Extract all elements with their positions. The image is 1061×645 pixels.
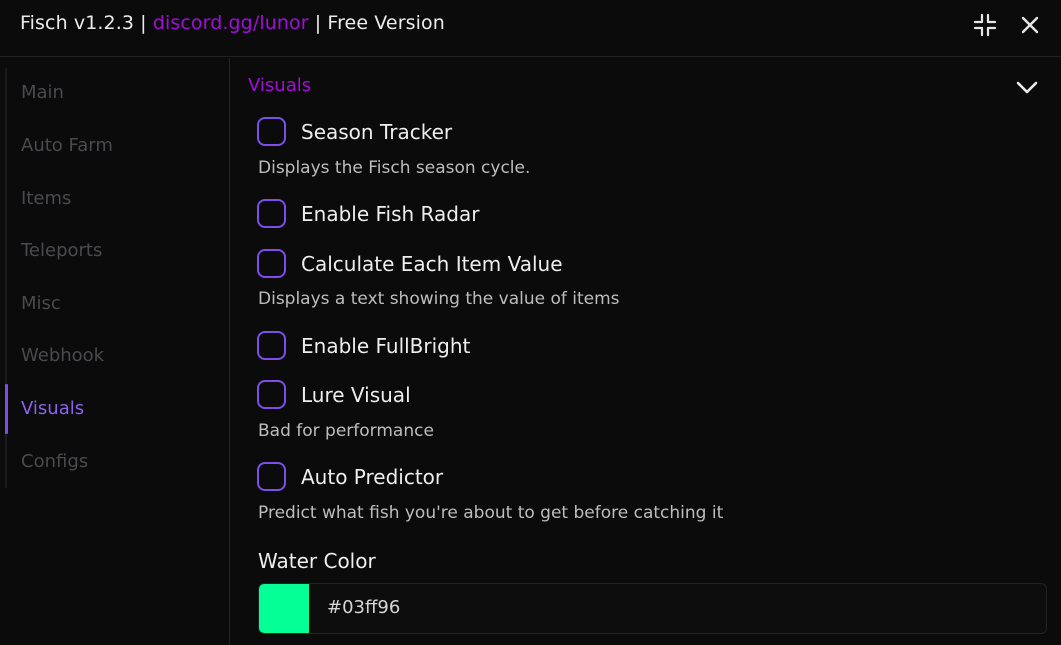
color-hex-value[interactable]: #03ff96 xyxy=(327,597,400,618)
fullbright-toggle[interactable]: Enable FullBright xyxy=(257,331,470,360)
toggle-label: Lure Visual xyxy=(301,382,411,407)
sidebar-item-webhook[interactable]: Webhook xyxy=(21,345,104,366)
section-title: Visuals xyxy=(248,75,312,96)
close-icon xyxy=(1021,16,1039,34)
sidebar-item-teleports[interactable]: Teleports xyxy=(21,240,102,261)
fish-radar-toggle[interactable]: Enable Fish Radar xyxy=(257,199,479,228)
sidebar-item-main[interactable]: Main xyxy=(21,82,64,103)
toggle-description: Displays the Fisch season cycle. xyxy=(258,158,531,178)
sidebar-item-auto-farm[interactable]: Auto Farm xyxy=(21,135,113,156)
collapse-section-button[interactable] xyxy=(1014,74,1040,100)
toggle-label: Season Tracker xyxy=(301,119,453,144)
checkbox[interactable] xyxy=(257,380,286,409)
water-color-label: Water Color xyxy=(258,549,376,573)
lure-visual-toggle[interactable]: Lure Visual xyxy=(257,380,411,409)
minimize-button[interactable] xyxy=(968,8,1002,42)
sidebar-item-items[interactable]: Items xyxy=(21,188,71,209)
collapse-arrows-icon xyxy=(973,13,997,37)
toggle-label: Auto Predictor xyxy=(301,464,444,489)
sidebar-item-visuals[interactable]: Visuals xyxy=(21,398,84,419)
sidebar-item-configs[interactable]: Configs xyxy=(21,451,88,472)
toggle-description: Bad for performance xyxy=(258,421,434,441)
title-prefix: Fisch v1.2.3 | xyxy=(20,12,153,34)
checkbox[interactable] xyxy=(257,249,286,278)
main-content: Visuals Season Tracker Displays the Fisc… xyxy=(231,58,1061,645)
sidebar-item-misc[interactable]: Misc xyxy=(21,293,61,314)
checkbox[interactable] xyxy=(257,331,286,360)
water-color-picker[interactable]: #03ff96 xyxy=(258,583,1047,634)
discord-link[interactable]: discord.gg/lunor xyxy=(153,12,309,34)
checkbox[interactable] xyxy=(257,199,286,228)
season-tracker-toggle[interactable]: Season Tracker xyxy=(257,117,452,146)
toggle-description: Predict what fish you're about to get be… xyxy=(258,503,724,523)
close-button[interactable] xyxy=(1013,8,1047,42)
title-suffix: | Free Version xyxy=(308,12,445,34)
title-bar: Fisch v1.2.3 | discord.gg/lunor | Free V… xyxy=(0,0,1061,57)
toggle-label: Enable Fish Radar xyxy=(301,201,480,226)
toggle-description: Displays a text showing the value of ite… xyxy=(258,289,620,309)
window-title: Fisch v1.2.3 | discord.gg/lunor | Free V… xyxy=(20,12,445,34)
toggle-label: Calculate Each Item Value xyxy=(301,251,563,276)
sidebar: Main Auto Farm Items Teleports Misc Webh… xyxy=(0,58,230,645)
checkbox[interactable] xyxy=(257,117,286,146)
chevron-down-icon xyxy=(1016,81,1038,94)
app-window: Fisch v1.2.3 | discord.gg/lunor | Free V… xyxy=(0,0,1061,645)
item-value-toggle[interactable]: Calculate Each Item Value xyxy=(257,249,563,278)
color-swatch[interactable] xyxy=(259,584,309,633)
toggle-label: Enable FullBright xyxy=(301,333,471,358)
checkbox[interactable] xyxy=(257,462,286,491)
active-tab-indicator xyxy=(5,384,8,434)
auto-predictor-toggle[interactable]: Auto Predictor xyxy=(257,462,443,491)
